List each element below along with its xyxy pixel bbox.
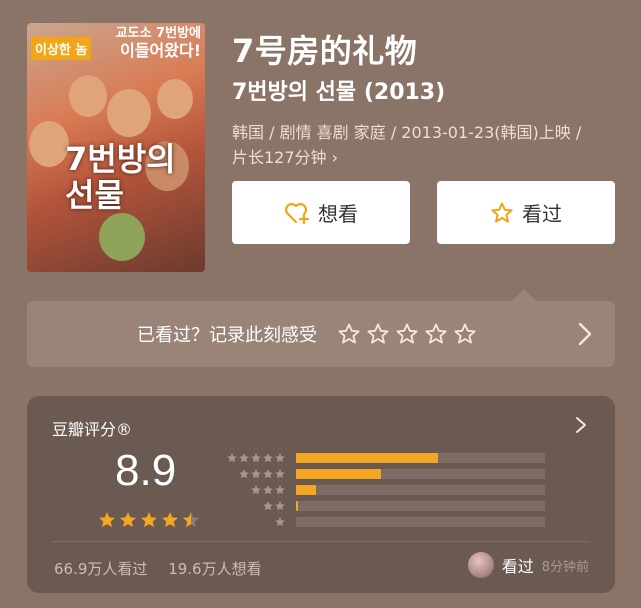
- poster-tag-right-line2: 이들어왔다!: [120, 41, 201, 60]
- rating-bar-fill: [296, 469, 381, 479]
- rating-bar-stars: [226, 452, 286, 464]
- star-small-icon: [251, 485, 261, 495]
- heart-plus-icon: [284, 202, 310, 224]
- want-button-label: 想看: [318, 202, 358, 226]
- star-outline-icon[interactable]: [453, 322, 477, 346]
- star-small-icon: [263, 501, 273, 511]
- star-outline-icon[interactable]: [395, 322, 419, 346]
- star-filled-icon: [120, 512, 136, 528]
- poster-title-line1: 7번방의: [65, 140, 176, 178]
- star-small-icon: [275, 453, 285, 463]
- poster-tag-right: 교도소 7번방에 이들어왔다!: [109, 25, 201, 59]
- poster-face-1: [69, 75, 107, 117]
- chevron-right-icon[interactable]: [575, 416, 587, 434]
- rating-stats: 66.9万人看过 19.6万人想看: [54, 558, 278, 579]
- activity-time: 8分钟前: [541, 559, 589, 575]
- poster-face-3: [157, 79, 193, 119]
- star-outline-icon: [491, 202, 513, 223]
- star-small-icon: [275, 485, 285, 495]
- star-outline-icon[interactable]: [424, 322, 448, 346]
- record-prompt: 已看过？记录此刻感受: [137, 325, 317, 346]
- star-small-icon: [275, 501, 285, 511]
- star-filled-icon: [99, 512, 115, 528]
- rating-bar-2-star: [223, 500, 563, 512]
- rating-score: 8.9: [115, 446, 177, 495]
- rating-bar-track: [296, 501, 545, 511]
- star-small-icon: [263, 453, 273, 463]
- poster-tag-left: 이상한 놈: [31, 37, 92, 60]
- star-outline-icon[interactable]: [366, 322, 390, 346]
- activity-action: 看过: [501, 557, 534, 576]
- friend-activity[interactable]: 看过 8分钟前: [467, 552, 589, 578]
- rating-bar-stars: [274, 516, 286, 528]
- movie-meta-line1: 韩国 / 剧情 喜剧 家庭 / 2013-01-23(韩国)上映 /: [232, 123, 582, 142]
- star-small-icon: [251, 469, 261, 479]
- avatar[interactable]: [467, 552, 494, 578]
- rating-bar-stars: [262, 500, 286, 512]
- movie-meta[interactable]: 韩国 / 剧情 喜剧 家庭 / 2013-01-23(韩国)上映 / 片长127…: [232, 120, 627, 170]
- star-half-icon: [183, 512, 199, 528]
- douban-rating-card[interactable]: 豆瓣评分® 8.9 66.9万人看过 19.6万人想看 看过 8分钟前: [27, 396, 615, 593]
- poster-face-4: [29, 121, 69, 167]
- poster-tag-right-line1: 교도소 7번방에: [115, 26, 201, 41]
- star-small-icon: [275, 517, 285, 527]
- seen-button-label: 看过: [522, 202, 562, 226]
- star-small-icon: [263, 485, 273, 495]
- record-feeling-bar[interactable]: 已看过？记录此刻感受: [27, 301, 615, 367]
- star-small-icon: [251, 453, 261, 463]
- divider: [52, 541, 590, 542]
- star-small-icon: [227, 453, 237, 463]
- rating-bar-fill: [296, 485, 316, 495]
- star-small-icon: [239, 469, 249, 479]
- star-small-icon: [263, 469, 273, 479]
- star-filled-icon: [141, 512, 157, 528]
- movie-title: 7号房的礼物: [232, 32, 418, 70]
- movie-poster[interactable]: 이상한 놈 교도소 7번방에 이들어왔다! 7번방의 선물: [27, 23, 205, 272]
- rating-bar-3-star: [223, 484, 563, 496]
- movie-meta-line2[interactable]: 片长127分钟 ›: [232, 145, 627, 170]
- rating-bar-stars: [250, 484, 286, 496]
- seen-button[interactable]: 看过: [437, 181, 615, 244]
- rating-stars: [97, 510, 201, 530]
- rating-label: 豆瓣评分®: [52, 420, 133, 439]
- rating-bar-stars: [238, 468, 286, 480]
- poster-face-2: [107, 89, 151, 137]
- rating-bar-track: [296, 453, 545, 463]
- bubble-arrow: [512, 289, 536, 301]
- star-filled-icon: [162, 512, 178, 528]
- chevron-right-icon[interactable]: [577, 321, 593, 347]
- rating-bar-track: [296, 469, 545, 479]
- poster-title: 7번방의 선물: [65, 141, 176, 213]
- star-small-icon: [239, 453, 249, 463]
- poster-title-line2: 선물: [65, 176, 124, 214]
- want-button[interactable]: 想看: [232, 181, 410, 244]
- rating-bar-1-star: [223, 516, 563, 528]
- rating-bar-4-star: [223, 468, 563, 480]
- rating-bar-track: [296, 485, 545, 495]
- movie-original-title: 7번방의 선물 (2013): [232, 80, 446, 105]
- poster-child: [99, 213, 145, 261]
- rating-bar-track: [296, 517, 545, 527]
- rating-bar-fill: [296, 501, 299, 511]
- rating-bar-5-star: [223, 452, 563, 464]
- want-count: 19.6万人想看: [168, 560, 262, 578]
- star-outline-icon[interactable]: [337, 322, 361, 346]
- star-small-icon: [275, 469, 285, 479]
- seen-count: 66.9万人看过: [54, 560, 148, 578]
- rating-bar-fill: [296, 453, 438, 463]
- record-star-rating[interactable]: [337, 322, 477, 346]
